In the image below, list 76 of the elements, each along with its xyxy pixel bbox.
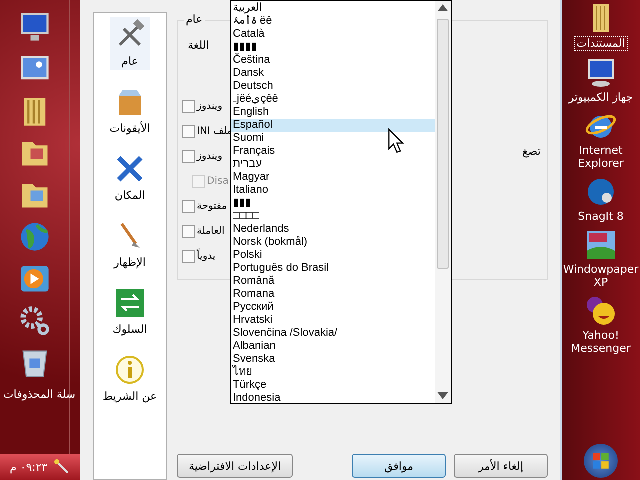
language-option[interactable]: English — [231, 106, 435, 119]
checkbox[interactable] — [182, 125, 195, 138]
nav-item[interactable]: المكان — [110, 151, 150, 204]
clock-text: ٠٩:٢٣ م — [10, 460, 48, 474]
ball-icon[interactable] — [585, 176, 617, 208]
checkbox[interactable] — [182, 100, 195, 113]
desktop-icon-label[interactable]: SnagIt 8 — [578, 210, 624, 223]
language-option[interactable]: Español — [231, 119, 435, 132]
language-option[interactable]: Nederlands — [231, 223, 435, 236]
language-option[interactable]: Indonesia — [231, 392, 435, 405]
language-option[interactable]: Romana — [231, 288, 435, 301]
wand-icon[interactable] — [54, 459, 70, 475]
info-icon — [114, 354, 146, 386]
language-option[interactable]: Català — [231, 28, 435, 41]
landscape-icon[interactable] — [585, 229, 617, 261]
language-option[interactable]: Čeština — [231, 54, 435, 67]
windows-logo-icon — [592, 452, 610, 470]
language-option[interactable]: Português do Brasil — [231, 262, 435, 275]
checkbox[interactable] — [182, 225, 195, 238]
ok-button[interactable]: موافق — [352, 454, 446, 478]
desktop-icon-label[interactable]: Internet Explorer — [563, 144, 639, 170]
computer-icon[interactable] — [585, 57, 617, 89]
language-option[interactable]: Svenska — [231, 353, 435, 366]
language-option[interactable]: Hrvatski — [231, 314, 435, 327]
defaults-button[interactable]: الإعدادات الافتراضية — [177, 454, 293, 478]
group-title: عام — [184, 13, 205, 26]
language-option[interactable]: □□□□ — [231, 210, 435, 223]
scroll-thumb[interactable] — [437, 19, 449, 269]
checkbox[interactable] — [182, 150, 195, 163]
language-option[interactable]: Albanian — [231, 340, 435, 353]
option-label: ويندوز — [197, 101, 223, 112]
option-label: يدوياً — [197, 251, 216, 262]
recycle-bin-label[interactable]: سلة المحذوفات — [3, 388, 76, 401]
language-option[interactable]: ▮▮▮ — [231, 197, 435, 210]
option-label: العاملة — [197, 226, 225, 237]
language-option[interactable]: ▮▮▮▮ — [231, 41, 435, 54]
language-option[interactable]: Dansk — [231, 67, 435, 80]
language-option[interactable]: ไทย — [231, 366, 435, 379]
gears-icon[interactable] — [18, 304, 52, 338]
scrollbar[interactable] — [435, 1, 451, 403]
option-label: مفتوحة — [197, 201, 228, 212]
option-label: Disa — [207, 176, 229, 187]
nav-item[interactable]: الإظهار — [110, 218, 150, 271]
language-label: اللغة — [188, 39, 210, 52]
language-option[interactable]: Polski — [231, 249, 435, 262]
language-option[interactable]: Suomi — [231, 132, 435, 145]
language-option[interactable]: עברית — [231, 158, 435, 171]
start-button[interactable] — [584, 444, 618, 478]
language-option[interactable]: العربية — [231, 2, 435, 15]
checkbox[interactable] — [182, 200, 195, 213]
checkbox[interactable] — [182, 250, 195, 263]
language-option[interactable]: Deutsch — [231, 80, 435, 93]
nav-item[interactable]: السلوك — [108, 285, 152, 338]
nav-item[interactable]: عن الشريط — [98, 352, 162, 405]
desktop-icon-label[interactable]: Yahoo! Messenger — [563, 329, 639, 355]
language-option[interactable]: Русский — [231, 301, 435, 314]
desktop-icon-label[interactable]: Windowpaper XP — [563, 263, 639, 289]
mouse-pointer-icon — [388, 128, 404, 154]
nav-item[interactable]: الأيقونات — [106, 84, 154, 137]
language-option[interactable]: Italiano — [231, 184, 435, 197]
option-label: تصغ — [522, 145, 541, 158]
language-option[interactable]: Magyar — [231, 171, 435, 184]
language-option[interactable]: ۦjëéيçêê — [231, 93, 435, 106]
switch-icon — [114, 287, 146, 319]
desktop-icon-label[interactable]: جهاز الكمبيوتر — [568, 91, 634, 104]
smiley-icon[interactable] — [585, 295, 617, 327]
language-option[interactable]: Türkçe — [231, 379, 435, 392]
language-option[interactable]: Français — [231, 145, 435, 158]
option-label: ويندوز — [197, 151, 223, 162]
language-option[interactable]: Norsk (bokmål) — [231, 236, 435, 249]
language-option[interactable]: Română — [231, 275, 435, 288]
language-option[interactable]: ۃأمۂ ëê — [231, 15, 435, 28]
desktop-icon-label[interactable]: المستندات — [574, 36, 628, 51]
language-option[interactable]: Slovenčina /Slovakia/ — [231, 327, 435, 340]
cancel-button[interactable]: إلغاء الأمر — [454, 454, 548, 478]
nav-item[interactable]: عام — [110, 17, 150, 70]
